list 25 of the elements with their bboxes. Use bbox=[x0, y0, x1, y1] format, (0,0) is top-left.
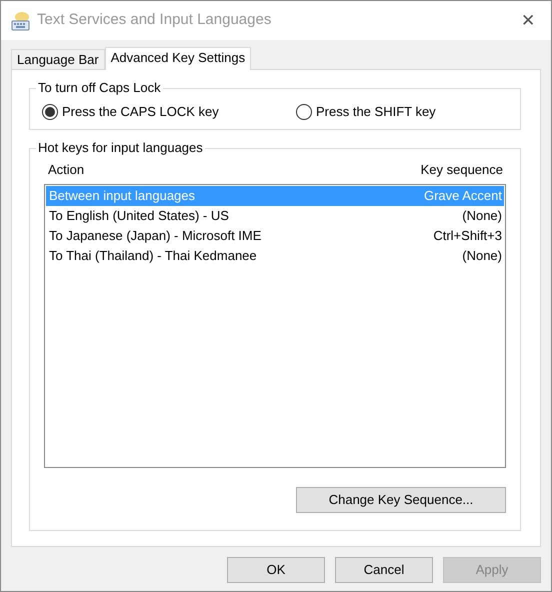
key-sequence-text: Grave Accent bbox=[424, 186, 502, 204]
group-title: Hot keys for input languages bbox=[36, 140, 205, 156]
action-text: To Thai (Thailand) - Thai Kedmanee bbox=[49, 246, 257, 265]
key-sequence-text: Ctrl+Shift+3 bbox=[433, 226, 502, 244]
keyboard-icon bbox=[11, 10, 31, 30]
dialog-button[interactable]: OK bbox=[227, 557, 325, 583]
dialog-button[interactable]: Cancel bbox=[335, 557, 433, 583]
window-title: Text Services and Input Languages bbox=[37, 10, 272, 30]
list-row[interactable]: To Japanese (Japan) - Microsoft IME Ctrl+Shift+3 bbox=[46, 226, 504, 246]
tab[interactable]: Language Bar bbox=[11, 49, 105, 69]
list-row[interactable]: To English (United States) - US (None) bbox=[46, 206, 504, 226]
list-row[interactable]: To Thai (Thailand) - Thai Kedmanee (None) bbox=[46, 246, 504, 266]
action-text: To Japanese (Japan) - Microsoft IME bbox=[49, 226, 262, 245]
action-text: Between input languages bbox=[49, 186, 196, 205]
tab[interactable]: Advanced Key Settings bbox=[104, 47, 252, 70]
group-title: To turn off Caps Lock bbox=[36, 80, 163, 96]
key-sequence-text: (None) bbox=[462, 246, 502, 265]
action-text: To English (United States) - US bbox=[49, 206, 229, 225]
column-header: Action bbox=[48, 161, 84, 179]
column-header: Key sequence bbox=[420, 161, 503, 179]
radio-option[interactable]: Press the CAPS LOCK key bbox=[42, 102, 296, 122]
key-sequence-text: (None) bbox=[462, 206, 502, 225]
radio-option[interactable]: Press the SHIFT key bbox=[296, 102, 436, 122]
change-key-sequence-button[interactable]: Change Key Sequence... bbox=[296, 486, 506, 512]
close-button[interactable]: ✕ bbox=[515, 8, 541, 34]
